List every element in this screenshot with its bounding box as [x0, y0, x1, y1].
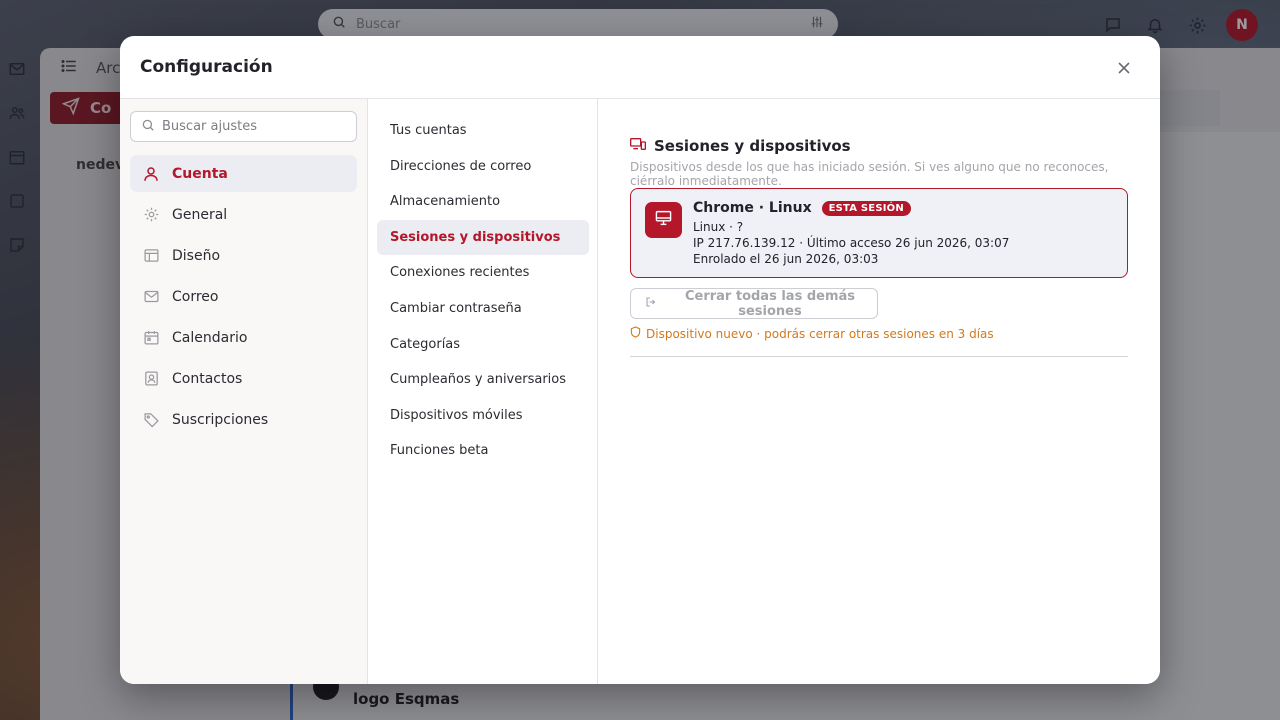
devices-icon: [630, 137, 646, 155]
current-session-card: Chrome · Linux ESTA SESIÓN Linux · ? IP …: [630, 188, 1128, 278]
session-device-name: Chrome · Linux: [693, 200, 812, 216]
subsection-item-cambiar-contrasena[interactable]: Cambiar contraseña: [377, 291, 589, 326]
subsection-item-direcciones-de-correo[interactable]: Direcciones de correo: [377, 149, 589, 184]
close-button[interactable]: [1112, 56, 1136, 80]
device-badge: [645, 202, 682, 238]
category-item-calendario[interactable]: Calendario: [130, 319, 357, 356]
subsection-item-sesiones-y-dispositivos[interactable]: Sesiones y dispositivos: [377, 219, 589, 255]
category-label: Contactos: [172, 370, 243, 387]
section-divider: [630, 356, 1128, 357]
section-title: Sesiones y dispositivos: [654, 137, 851, 155]
category-label: Correo: [172, 288, 219, 305]
current-session-badge: ESTA SESIÓN: [821, 200, 911, 216]
category-label: Suscripciones: [172, 411, 269, 428]
category-label: Calendario: [172, 329, 248, 346]
category-item-contactos[interactable]: Contactos: [130, 360, 357, 397]
search-icon: [141, 117, 155, 136]
gear-icon: [142, 206, 160, 224]
subsection-item-almacenamiento[interactable]: Almacenamiento: [377, 184, 589, 219]
category-item-cuenta[interactable]: Cuenta: [130, 155, 357, 192]
monitor-icon: [655, 210, 672, 230]
settings-search-field[interactable]: [130, 111, 357, 142]
subsection-item-dispositivos-moviles[interactable]: Dispositivos móviles: [377, 398, 589, 433]
category-item-general[interactable]: General: [130, 196, 357, 233]
section-description: Dispositivos desde los que has iniciado …: [630, 160, 1109, 188]
logout-icon: [645, 296, 657, 312]
subsection-item-categorias[interactable]: Categorías: [377, 327, 589, 362]
subsection-item-funciones-beta[interactable]: Funciones beta: [377, 433, 589, 468]
category-item-diseno[interactable]: Diseño: [130, 237, 357, 274]
close-icon: [1118, 59, 1130, 78]
session-ip-line: IP 217.76.139.12 · Último acceso 26 jun …: [693, 236, 1010, 250]
category-item-suscripciones[interactable]: Suscripciones: [130, 401, 357, 438]
new-device-warning-text: Dispositivo nuevo · podrás cerrar otras …: [646, 326, 994, 341]
subsection-item-tus-cuentas[interactable]: Tus cuentas: [377, 113, 589, 148]
category-item-correo[interactable]: Correo: [130, 278, 357, 315]
session-details: Chrome · Linux ESTA SESIÓN Linux · ? IP …: [693, 200, 1009, 266]
settings-subsection-panel: Tus cuentas Direcciones de correo Almace…: [369, 99, 598, 684]
settings-modal: Configuración Cuenta Genera: [120, 36, 1160, 684]
session-enrolled-line: Enrolado el 26 jun 2026, 03:03: [693, 252, 879, 266]
settings-content-panel: Sesiones y dispositivos Dispositivos des…: [598, 99, 1160, 684]
tag-icon: [142, 411, 160, 429]
calendar-icon: [142, 329, 160, 347]
subsection-list: Tus cuentas Direcciones de correo Almace…: [377, 113, 589, 469]
subsection-item-cumpleanos[interactable]: Cumpleaños y aniversarios: [377, 362, 589, 397]
settings-category-panel: Cuenta General Diseño Correo: [120, 99, 368, 684]
modal-title: Configuración: [140, 57, 273, 77]
shield-icon: [630, 326, 641, 341]
user-icon: [142, 165, 160, 183]
layout-icon: [142, 247, 160, 265]
category-label: Cuenta: [172, 165, 228, 182]
modal-header: Configuración: [120, 36, 1160, 99]
settings-category-list: Cuenta General Diseño Correo Calendario …: [130, 155, 357, 442]
mail-icon: [142, 288, 160, 306]
subsection-item-conexiones-recientes[interactable]: Conexiones recientes: [377, 255, 589, 290]
section-header: Sesiones y dispositivos: [630, 137, 851, 155]
category-label: General: [172, 206, 228, 223]
close-other-sessions-button[interactable]: Cerrar todas las demás sesiones: [630, 288, 878, 319]
category-label: Diseño: [172, 247, 221, 264]
new-device-warning: Dispositivo nuevo · podrás cerrar otras …: [630, 326, 994, 341]
close-other-sessions-label: Cerrar todas las demás sesiones: [684, 288, 856, 319]
session-os-line: Linux · ?: [693, 220, 744, 234]
session-name-row: Chrome · Linux ESTA SESIÓN: [693, 200, 1009, 216]
contact-icon: [142, 370, 160, 388]
settings-search-input[interactable]: [162, 119, 352, 134]
